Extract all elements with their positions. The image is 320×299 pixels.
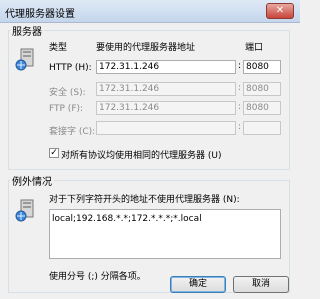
window-title: 代理服务器设置: [5, 9, 75, 20]
socks-colon: :: [238, 122, 242, 132]
ftp-label: FTP (F):: [49, 104, 84, 114]
close-button[interactable]: ✕: [266, 3, 294, 19]
socks-port-input[interactable]: [243, 121, 281, 135]
ftp-address-input[interactable]: 172.31.1.246: [96, 101, 236, 115]
exceptions-instruction: 对于下列字符开头的地址不使用代理服务器 (N):: [49, 195, 240, 205]
http-port-input[interactable]: 8080: [243, 60, 281, 74]
same-proxy-label: 对所有协议均使用相同的代理服务器 (U): [61, 151, 222, 161]
exceptions-hint: 使用分号 (;) 分隔各项。: [49, 272, 146, 282]
secure-label: 安全 (S):: [49, 88, 86, 98]
ftp-colon: :: [238, 102, 242, 112]
exceptions-textarea[interactable]: local;192.168.*.*;172.*.*.*;*.local: [49, 209, 281, 259]
http-label: HTTP (H):: [49, 63, 92, 73]
secure-address-input[interactable]: 172.31.1.246: [96, 82, 236, 96]
servers-group-label: 服务器: [10, 23, 44, 38]
same-proxy-checkbox[interactable]: ✓: [49, 148, 59, 158]
socks-label: 套接字 (C):: [49, 127, 96, 137]
title-bar: 代理服务器设置 ✕: [0, 0, 300, 23]
header-address: 要使用的代理服务器地址: [96, 43, 196, 53]
http-colon: :: [238, 61, 242, 71]
ok-button[interactable]: 确定: [170, 276, 226, 293]
header-port: 端口: [245, 43, 264, 53]
header-type: 类型: [49, 43, 68, 53]
exceptions-group-label: 例外情况: [10, 173, 54, 188]
secure-port-input[interactable]: 8080: [243, 82, 281, 96]
http-address-input[interactable]: 172.31.1.246: [96, 60, 236, 74]
socks-address-input[interactable]: [96, 121, 236, 135]
proxy-settings-dialog: 代理服务器设置 ✕ 服务器 类型 要使用的代理服务器地址 端口 HTTP (H)…: [0, 0, 300, 299]
secure-colon: :: [238, 83, 242, 93]
ftp-port-input[interactable]: 8080: [243, 101, 281, 115]
server-icon: [15, 48, 34, 71]
cancel-button[interactable]: 取消: [233, 276, 289, 293]
server-icon: [15, 199, 34, 222]
